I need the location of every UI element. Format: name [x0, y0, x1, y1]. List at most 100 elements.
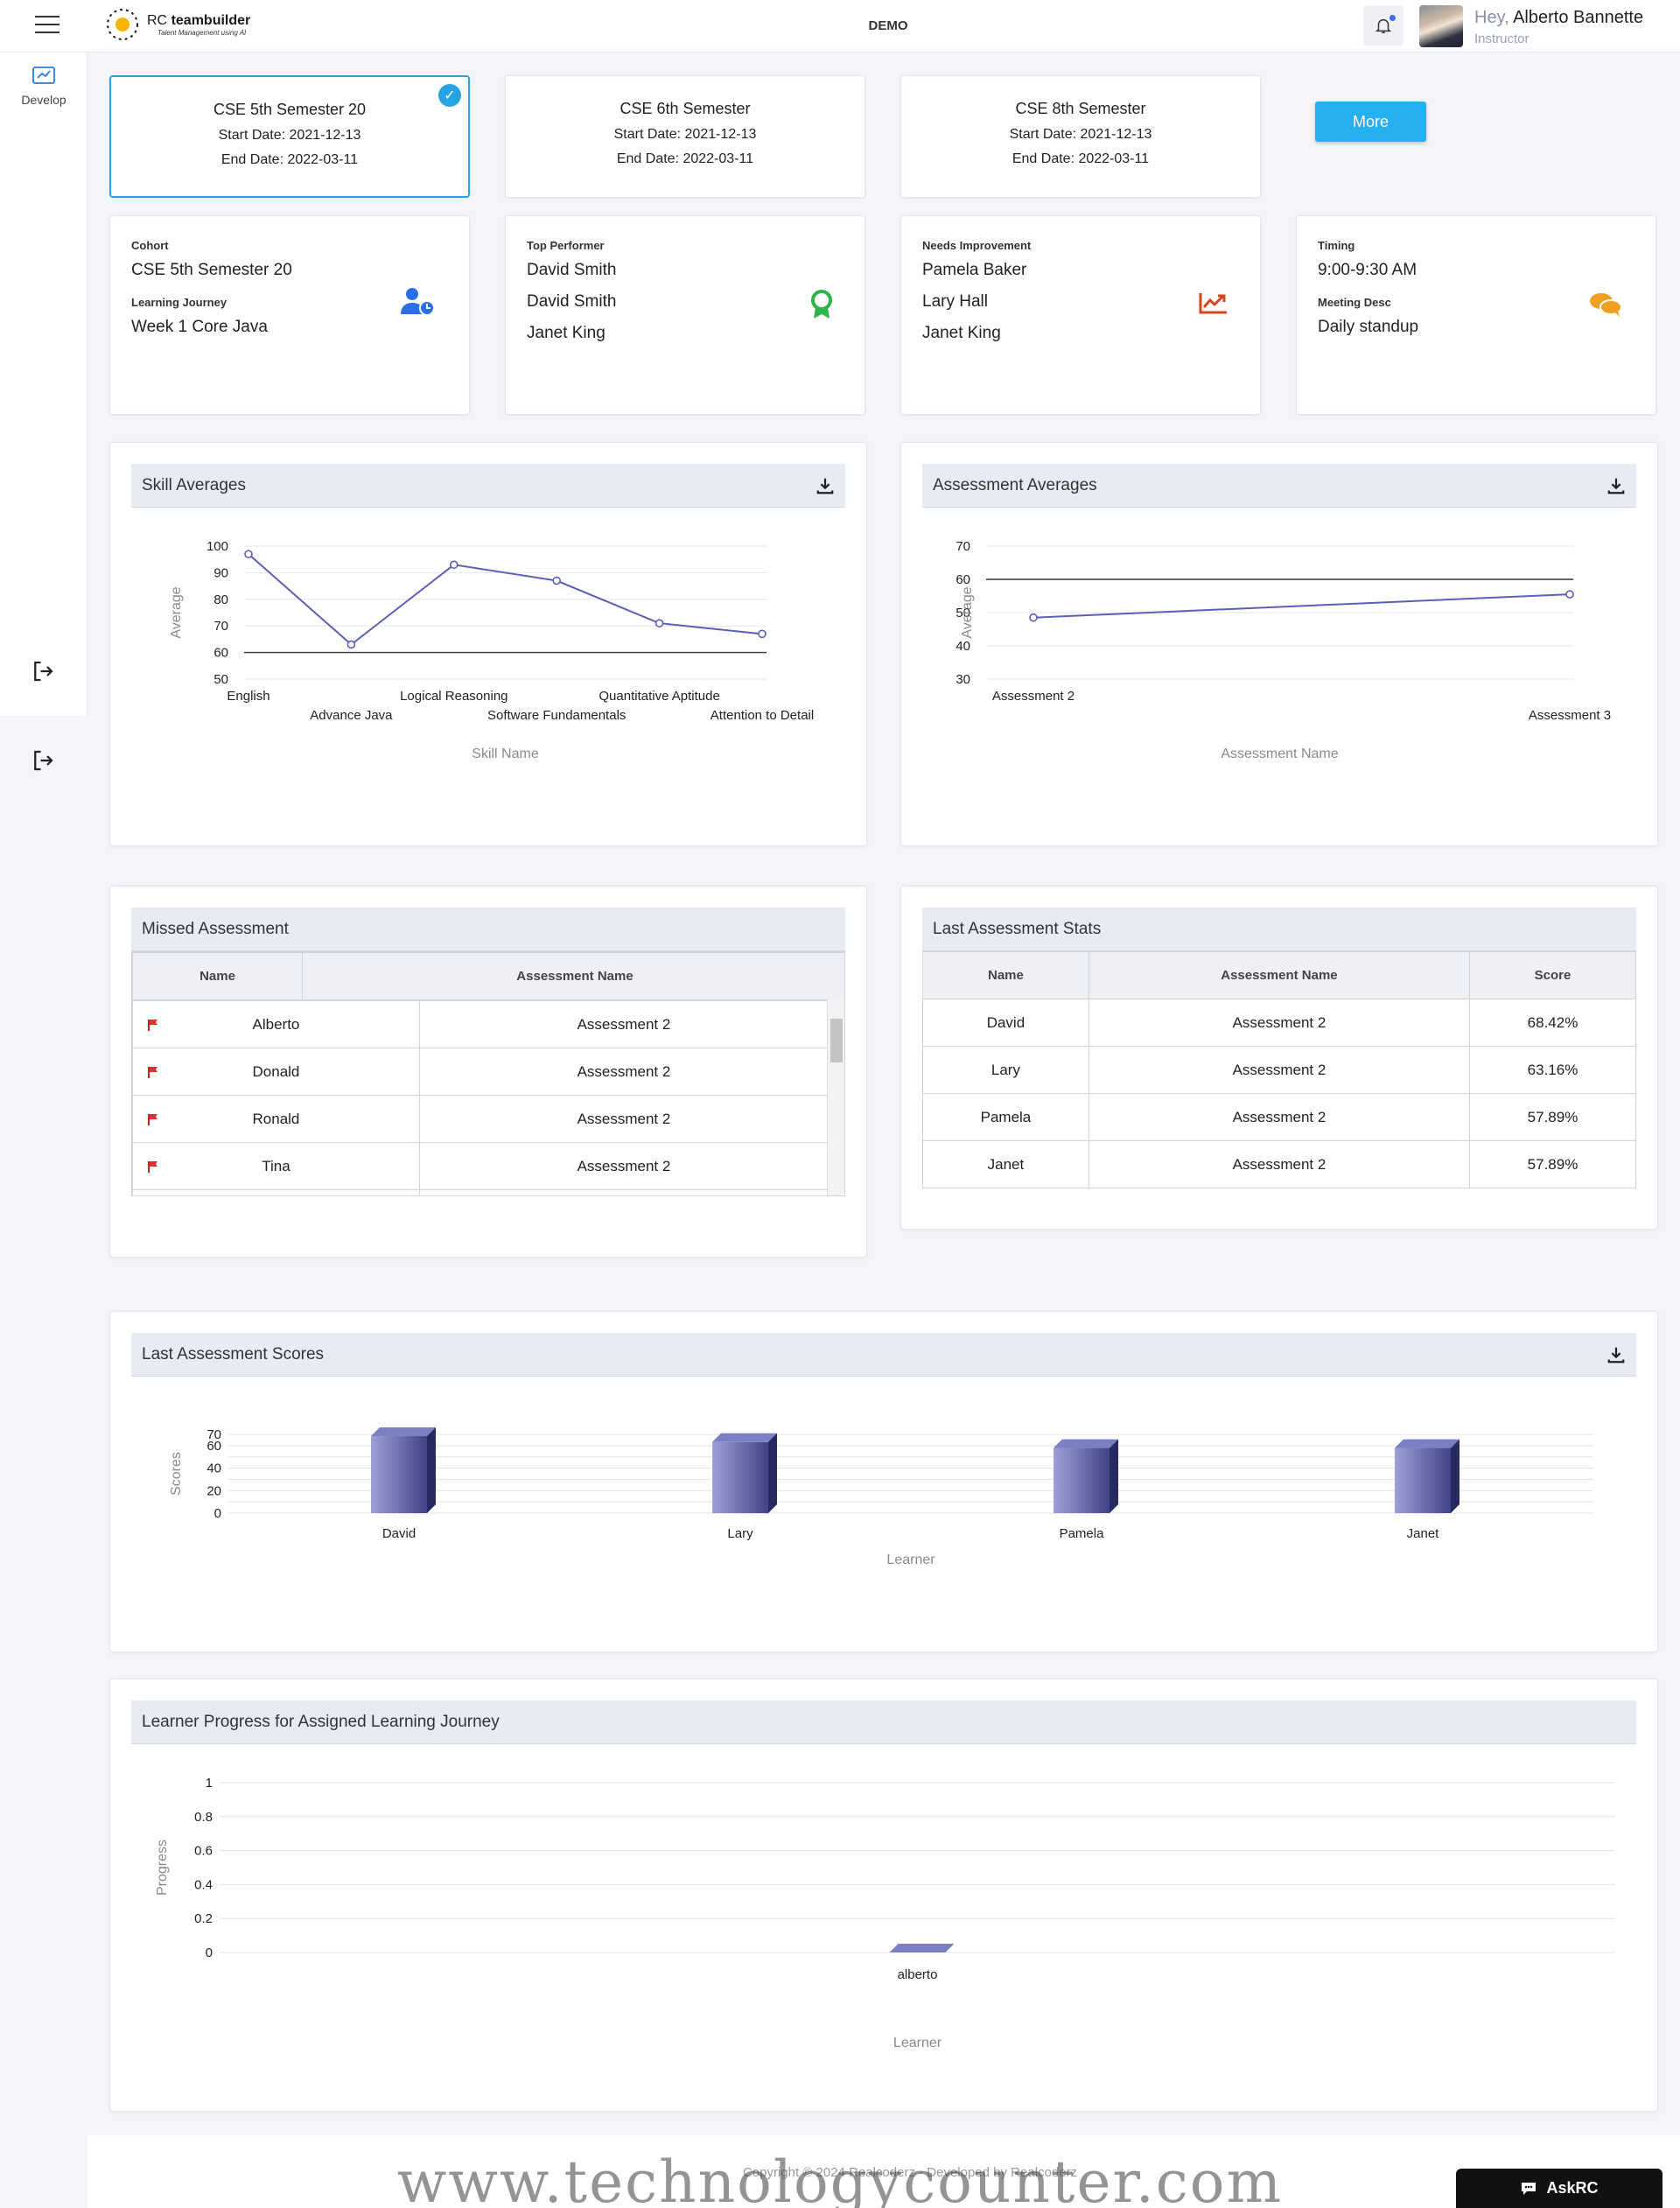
askrc-button[interactable]: AskRC: [1456, 2169, 1662, 2208]
data-point[interactable]: [244, 550, 253, 558]
bar[interactable]: [371, 1436, 427, 1513]
table-row[interactable]: Tina Assessment 2: [132, 1142, 830, 1190]
user-greeting[interactable]: Hey, Alberto Bannette: [1474, 8, 1643, 28]
check-icon: ✓: [438, 84, 461, 107]
table-row[interactable]: David Assessment 2 68.42%: [922, 999, 1636, 1047]
table-row[interactable]: Pamela Assessment 2 57.89%: [922, 1093, 1636, 1141]
x-tick-label: English: [227, 689, 270, 704]
bar[interactable]: [1054, 1447, 1110, 1513]
assessment-name-cell: Assessment 2: [418, 1142, 830, 1190]
more-button[interactable]: More: [1315, 102, 1426, 142]
journey-value: Week 1 Core Java: [131, 318, 268, 336]
data-point[interactable]: [1565, 590, 1574, 599]
data-point[interactable]: [758, 629, 766, 639]
timing-label: Timing: [1318, 239, 1355, 252]
cohort-label: Cohort: [131, 239, 169, 252]
y-tick-label: 0.4: [194, 1877, 213, 1892]
assessment-name-cell: Assessment 2: [418, 1048, 830, 1096]
semester-title: CSE 5th Semester 20: [213, 101, 367, 118]
semester-start: Start Date: 2021-12-13: [613, 127, 757, 142]
learner-name-cell: Ronald: [132, 1095, 420, 1143]
last-assessment-stats-table: Name Assessment Name Score David Assessme…: [922, 951, 1636, 1188]
sidebar-item-label: Develop: [21, 93, 66, 107]
data-point[interactable]: [449, 560, 458, 570]
learner-name-cell: David: [922, 999, 1089, 1047]
assessment-averages-chart: 3040506070Assessment 2Assessment 3Averag…: [956, 539, 1611, 761]
y-tick-label: 60: [214, 646, 228, 661]
missed-assessment-table: Name Assessment Name Alberto Assessment 2…: [131, 951, 845, 1196]
learner-progress-chart: 0 0.2 0.4 0.6 0.8 1 alberto Progress Learner: [155, 1776, 1615, 2050]
semester-card-3[interactable]: CSE 8th Semester Start Date: 2021-12-13 …: [900, 75, 1261, 198]
column-header[interactable]: Assessment Name: [1088, 951, 1471, 999]
x-axis-title: Learner: [893, 2036, 942, 2050]
assessment-name-cell: Assessment 2: [1088, 1140, 1471, 1188]
x-tick-label: Janet: [1407, 1526, 1440, 1541]
assessment-name-cell: Assessment 2: [418, 1095, 830, 1143]
bar[interactable]: [712, 1441, 768, 1513]
flag-icon: [148, 1114, 158, 1125]
x-tick-label: Advance Java: [310, 708, 393, 723]
cohort-card: Cohort CSE 5th Semester 20 Learning Jour…: [109, 215, 470, 415]
y-tick-label: 70: [206, 1427, 221, 1442]
data-point[interactable]: [1029, 613, 1038, 622]
semester-card-2[interactable]: CSE 6th Semester Start Date: 2021-12-13 …: [505, 75, 865, 198]
scroll-thumb[interactable]: [830, 1019, 843, 1062]
series-line: [1032, 593, 1571, 619]
bar-top[interactable]: [889, 1944, 955, 1952]
learner-name-cell: Alberto: [132, 1000, 420, 1048]
table-row[interactable]: Ronald Assessment 2: [132, 1095, 830, 1143]
column-header[interactable]: Name: [922, 951, 1089, 999]
column-header[interactable]: Assessment Name: [302, 952, 844, 1000]
table-row[interactable]: Alberto Assessment 2: [132, 1000, 830, 1048]
x-axis-title: Assessment Name: [1221, 747, 1338, 761]
y-tick-label: 40: [956, 639, 970, 654]
score-cell: 63.16%: [1469, 1046, 1636, 1094]
table-row[interactable]: Janet Assessment 2 57.89%: [922, 1140, 1636, 1188]
logout-icon[interactable]: [30, 658, 56, 684]
scrollbar[interactable]: [827, 999, 844, 1195]
assessment-name-cell: Assessment 2: [418, 1189, 830, 1195]
x-tick-label: Quantitative Aptitude: [598, 689, 719, 704]
bar-top: [1395, 1439, 1460, 1448]
askrc-label: AskRC: [1546, 2179, 1599, 2197]
semester-title: CSE 8th Semester: [1015, 100, 1146, 117]
timing-value: 9:00-9:30 AM: [1318, 261, 1418, 279]
table-row[interactable]: Lary Assessment 2 63.16%: [922, 1046, 1636, 1094]
bar[interactable]: [1395, 1447, 1451, 1513]
column-header[interactable]: Name: [132, 952, 304, 1000]
data-point[interactable]: [552, 576, 562, 585]
learner-name-cell: Lary: [922, 1046, 1089, 1094]
avatar[interactable]: [1419, 5, 1463, 47]
x-tick-label: Assessment 3: [1529, 708, 1611, 723]
needs-improvement-card: Needs Improvement Pamela Baker Lary Hall…: [900, 215, 1261, 415]
needs-improvement-2: Lary Hall: [922, 292, 988, 311]
column-header[interactable]: Score: [1469, 951, 1636, 999]
learner-name-cell: Donald: [132, 1048, 420, 1096]
sidebar: Develop: [0, 53, 88, 716]
semester-end: End Date: 2022-03-11: [616, 151, 754, 166]
semester-card-1[interactable]: ✓ CSE 5th Semester 20 Start Date: 2021-1…: [109, 75, 470, 198]
sidebar-item-develop[interactable]: Develop: [0, 65, 88, 107]
bar-side: [1451, 1439, 1460, 1513]
y-axis-title: Average: [960, 586, 975, 638]
data-point[interactable]: [346, 640, 356, 649]
y-tick-label: 0.2: [194, 1911, 213, 1926]
y-tick-label: 30: [956, 672, 970, 687]
last-assessment-scores-chart: 020406070David Lary Pamela JanetScoresLearn…: [169, 1427, 1593, 1567]
learner-name-cell: Shinigami: [132, 1189, 420, 1195]
logout-icon-secondary[interactable]: [30, 747, 56, 774]
missed-assessment-panel: Missed Assessment Name Assessment Name A…: [109, 886, 867, 1258]
y-tick-label: 20: [206, 1483, 221, 1498]
bar-side: [427, 1427, 436, 1513]
table-row[interactable]: Donald Assessment 2: [132, 1048, 830, 1096]
bar-top: [712, 1433, 777, 1442]
needs-improvement-1: Pamela Baker: [922, 261, 1027, 279]
y-tick-label: 0.8: [194, 1810, 213, 1825]
cohort-value: CSE 5th Semester 20: [131, 261, 292, 279]
table-row[interactable]: ShinigamiAssessment 2: [132, 1189, 830, 1195]
assessment-name-cell: Assessment 2: [1088, 1046, 1471, 1094]
score-cell: 68.42%: [1469, 999, 1636, 1047]
chart-line-icon: [1199, 293, 1227, 314]
data-point[interactable]: [654, 619, 664, 627]
notification-button[interactable]: [1363, 5, 1404, 46]
